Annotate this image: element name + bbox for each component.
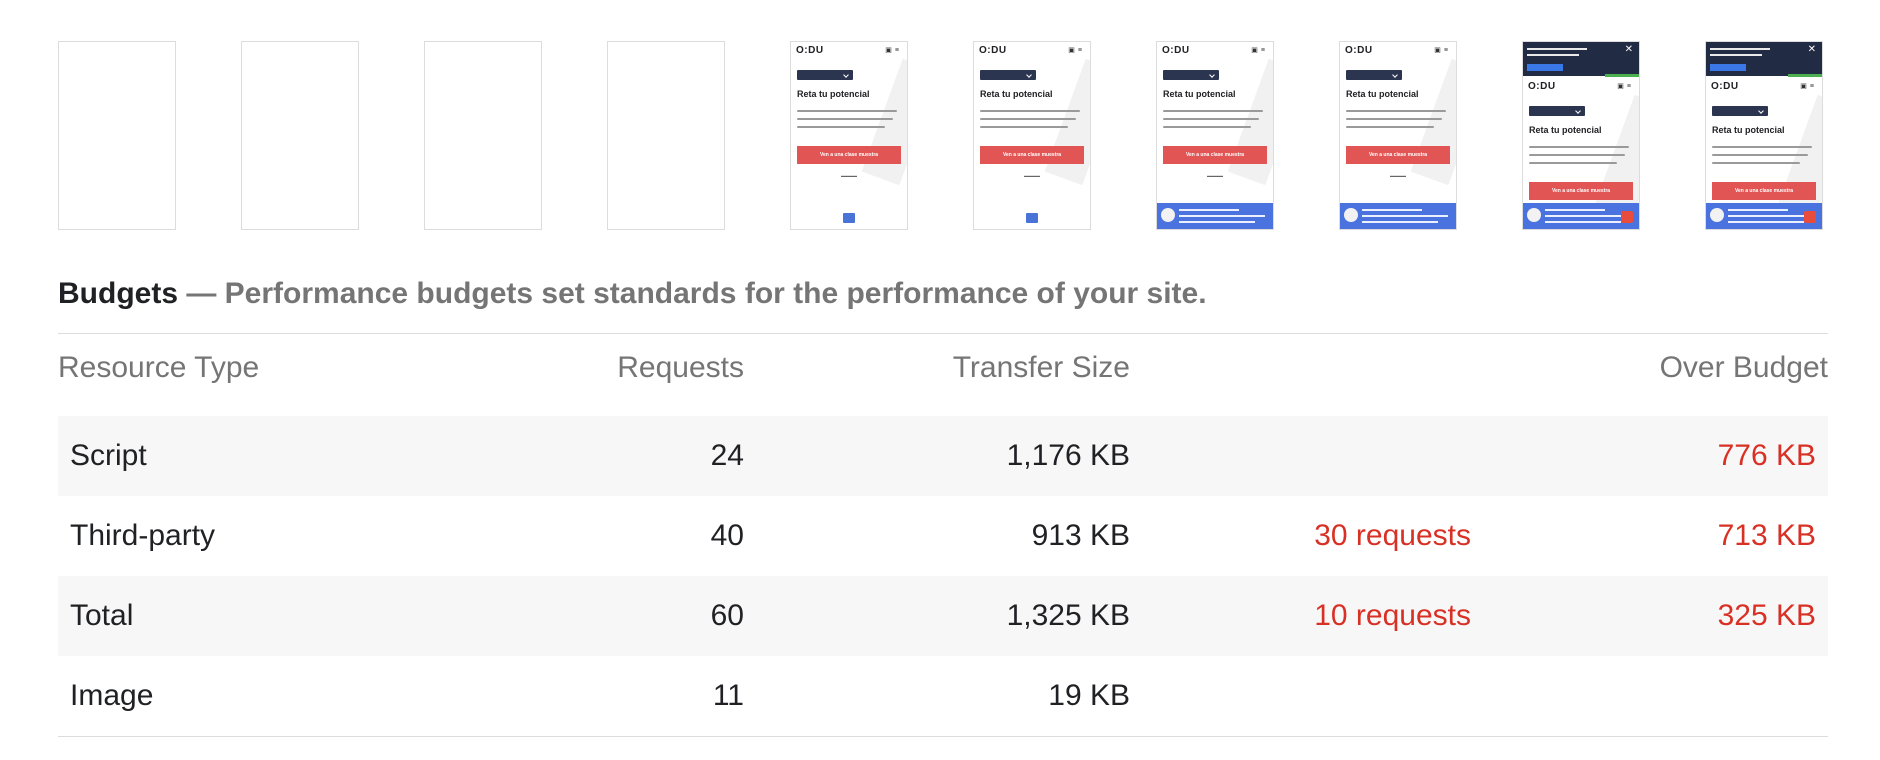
cell-resource-type: Third-party [70, 519, 216, 552]
column-header-resource-type: Resource Type [58, 351, 260, 384]
budgets-heading: Budgets — Performance budgets set standa… [58, 276, 1207, 312]
heading-divider [58, 333, 1828, 334]
column-header-transfer-size: Transfer Size [952, 351, 1130, 384]
filmstrip-frame: O:DU ▣≡ Reta tu potencial Ven a una clase m… [1156, 41, 1274, 230]
column-header-over-budget: Over Budget [1659, 351, 1828, 384]
cell-requests: 11 [712, 679, 744, 712]
site-logo: O:DU [1162, 44, 1190, 56]
avatar [1344, 208, 1358, 222]
hero-title: Reta tu potencial [980, 89, 1053, 99]
filmstrip-frame: O:DU ▣≡ Reta tu potencial Ven a una clase m… [973, 41, 1091, 230]
hero-title: Reta tu potencial [1163, 89, 1236, 99]
filmstrip-frame [58, 41, 176, 230]
cta-button: Ven a una clase muestra [797, 146, 901, 164]
lighthouse-report: O:DU ▣≡ Reta tu potencial Ven a una clase m… [0, 0, 1880, 760]
cell-resource-type: Image [70, 679, 154, 712]
site-logo: O:DU [1528, 80, 1556, 92]
budgets-description: Performance budgets set standards for th… [224, 277, 1207, 310]
filmstrip-frame [424, 41, 542, 230]
hero-title: Reta tu potencial [797, 89, 870, 99]
hero-title: Reta tu potencial [1529, 125, 1602, 135]
cell-over-budget: 325 KB [1717, 599, 1816, 632]
site-logo: O:DU [1345, 44, 1373, 56]
site-logo: O:DU [1711, 80, 1739, 92]
hero-title: Reta tu potencial [1712, 125, 1785, 135]
chat-icon [843, 213, 855, 223]
table-row: Third-party 40 913 KB 30 requests 713 KB [58, 496, 1828, 576]
budgets-title: Budgets [58, 277, 178, 310]
avatar [1527, 208, 1541, 222]
cell-transfer-size: 1,176 KB [1006, 439, 1130, 472]
cart-menu-icon: ▣≡ [1068, 47, 1085, 54]
filmstrip-frame: ✕ O:DU ▣≡ Reta tu potencial Ven a una clase … [1705, 41, 1823, 230]
stop-icon [1621, 211, 1633, 223]
cell-over-budget: 713 KB [1717, 519, 1816, 552]
cta-button: Ven a una clase muestra [1529, 182, 1633, 200]
cart-menu-icon: ▣≡ [1251, 47, 1268, 54]
cart-menu-icon: ▣≡ [1617, 83, 1634, 90]
cart-menu-icon: ▣≡ [885, 47, 902, 54]
cart-menu-icon: ▣≡ [1800, 83, 1817, 90]
filmstrip: O:DU ▣≡ Reta tu potencial Ven a una clase m… [58, 41, 1828, 232]
cell-resource-type: Total [70, 599, 134, 632]
column-header-requests: Requests [617, 351, 744, 384]
cta-button: Ven a una clase muestra [1346, 146, 1450, 164]
cart-menu-icon: ▣≡ [1434, 47, 1451, 54]
filmstrip-frame: O:DU ▣≡ Reta tu potencial Ven a una clase m… [790, 41, 908, 230]
cta-button: Ven a una clase muestra [1712, 182, 1816, 200]
filmstrip-frame [241, 41, 359, 230]
cell-resource-type: Script [70, 439, 147, 472]
table-row: Image 11 19 KB [58, 656, 1828, 736]
cell-requests: 60 [710, 599, 744, 632]
notice-bar: ✕ [1523, 42, 1639, 76]
close-icon: ✕ [1624, 44, 1633, 55]
cell-requests: 40 [710, 519, 744, 552]
site-logo: O:DU [796, 44, 824, 56]
budgets-table: Resource Type Requests Transfer Size Ove… [58, 336, 1828, 736]
cell-over-requests: 10 requests [1314, 599, 1471, 632]
filmstrip-frame [607, 41, 725, 230]
cell-over-budget: 776 KB [1717, 439, 1816, 472]
cta-button: Ven a una clase muestra [1163, 146, 1267, 164]
site-logo: O:DU [979, 44, 1007, 56]
cell-over-requests: 30 requests [1314, 519, 1471, 552]
table-header: Resource Type Requests Transfer Size Ove… [58, 336, 1828, 416]
filmstrip-frame: O:DU ▣≡ Reta tu potencial Ven a una clase m… [1339, 41, 1457, 230]
table-row: Script 24 1,176 KB 776 KB [58, 416, 1828, 496]
avatar [1710, 208, 1724, 222]
close-icon: ✕ [1807, 44, 1816, 55]
stop-icon [1804, 211, 1816, 223]
cell-transfer-size: 913 KB [1031, 519, 1130, 552]
budgets-separator: — [178, 277, 225, 310]
cell-transfer-size: 19 KB [1048, 679, 1130, 712]
promo-banner [1157, 203, 1273, 229]
cell-requests: 24 [710, 439, 744, 472]
cell-transfer-size: 1,325 KB [1006, 599, 1130, 632]
notice-bar: ✕ [1706, 42, 1822, 76]
promo-banner [1340, 203, 1456, 229]
cta-button: Ven a una clase muestra [980, 146, 1084, 164]
filmstrip-frame: ✕ O:DU ▣≡ Reta tu potencial Ven a una clase … [1522, 41, 1640, 230]
table-bottom-divider [58, 736, 1828, 737]
table-row: Total 60 1,325 KB 10 requests 325 KB [58, 576, 1828, 656]
hero-title: Reta tu potencial [1346, 89, 1419, 99]
avatar [1161, 208, 1175, 222]
chat-icon [1026, 213, 1038, 223]
